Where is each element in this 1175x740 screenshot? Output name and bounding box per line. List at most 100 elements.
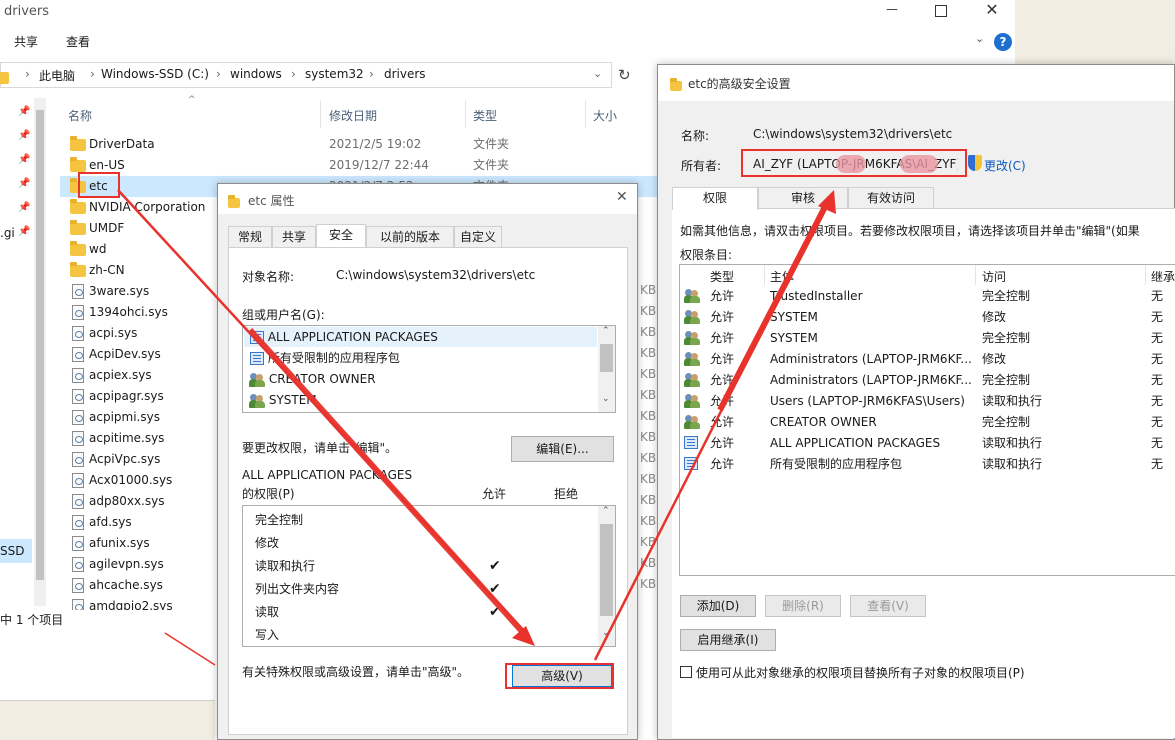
change-owner-link[interactable]: 更改(C) bbox=[984, 157, 1026, 174]
tab-previous-versions[interactable]: 以前的版本 bbox=[366, 226, 454, 247]
column-header-access[interactable]: 访问 bbox=[982, 268, 1006, 285]
column-header-size[interactable]: 大小 bbox=[593, 107, 617, 124]
maximize-icon[interactable] bbox=[935, 5, 947, 17]
table-row[interactable]: 允许 所有受限制的应用程序包 读取和执行 无 bbox=[680, 454, 1175, 475]
cell-access: 读取和执行 bbox=[982, 457, 1043, 471]
column-divider bbox=[585, 100, 586, 128]
help-icon[interactable]: ? bbox=[994, 33, 1012, 51]
list-item[interactable]: SYSTEM bbox=[244, 390, 597, 410]
system-file-icon bbox=[72, 305, 84, 320]
column-header-type[interactable]: 类型 bbox=[473, 107, 497, 124]
column-header-principal[interactable]: 主体 bbox=[770, 268, 794, 285]
folder-icon bbox=[70, 198, 86, 214]
group-list[interactable]: ALL APPLICATION PACKAGES 所有受限制的应用程序包 CRE… bbox=[242, 325, 616, 413]
nav-pane: 📌 📌 📌 📌 📌 .gi 📌 SSD bbox=[0, 98, 48, 608]
breadcrumb-drivers[interactable]: drivers bbox=[384, 67, 426, 81]
tab-permissions[interactable]: 权限 bbox=[672, 187, 758, 210]
deny-column-header: 拒绝 bbox=[554, 487, 579, 501]
enable-inheritance-button[interactable]: 启用继承(I) bbox=[680, 629, 776, 651]
annotation-etc-box bbox=[78, 172, 120, 198]
tab-customize[interactable]: 自定义 bbox=[454, 226, 502, 247]
window-title: etc的高级安全设置 bbox=[688, 77, 791, 91]
chevron-down-icon[interactable]: ⌄ bbox=[593, 67, 602, 80]
package-icon bbox=[250, 352, 264, 365]
list-item[interactable]: CREATOR OWNER bbox=[244, 369, 597, 389]
explorer-title: drivers bbox=[4, 4, 50, 19]
permission-row: 读取和执行 ✔ bbox=[255, 558, 501, 574]
minimize-icon[interactable]: — bbox=[880, 2, 904, 24]
chevron-down-icon[interactable]: ⌄ bbox=[602, 394, 610, 404]
table-row[interactable]: 允许 Administrators (LAPTOP-JRM6KF... 修改 无 bbox=[680, 349, 1175, 370]
list-item[interactable]: DriverData 2021/2/5 19:02 文件夹 bbox=[60, 134, 660, 155]
table-row[interactable]: 允许 CREATOR OWNER 完全控制 无 bbox=[680, 412, 1175, 433]
group-list-scrollbar[interactable]: ⌃ ⌄ bbox=[598, 326, 615, 412]
close-icon[interactable]: ✕ bbox=[982, 0, 1002, 22]
nav-item-text[interactable]: .gi bbox=[0, 226, 15, 240]
permission-list: 完全控制 修改 读取和执行 ✔ 列出文件夹内容 ✔ 读取 ✔ 写入 ⌃ ⌄ bbox=[242, 505, 616, 647]
chevron-up-icon[interactable]: ⌃ bbox=[602, 506, 610, 516]
add-button[interactable]: 添加(D) bbox=[680, 595, 756, 617]
ribbon-view-tab[interactable]: 查看 bbox=[66, 33, 90, 50]
permission-row: 完全控制 bbox=[255, 513, 304, 527]
column-header-type[interactable]: 类型 bbox=[710, 268, 734, 285]
breadcrumb-drive[interactable]: Windows-SSD (C:) bbox=[101, 67, 209, 81]
close-icon[interactable]: ✕ bbox=[616, 189, 628, 205]
refresh-icon[interactable]: ↻ bbox=[618, 66, 631, 84]
chevron-up-icon[interactable]: ⌃ bbox=[602, 326, 610, 336]
users-icon bbox=[249, 393, 265, 408]
tab-security[interactable]: 安全 bbox=[316, 224, 366, 247]
properties-dialog: etc 属性 ✕ 常规 共享 安全 以前的版本 自定义 对象名称: C:\win… bbox=[217, 183, 638, 740]
permission-row: 写入 bbox=[255, 628, 280, 642]
permission-list-scrollbar[interactable]: ⌃ ⌄ bbox=[598, 506, 615, 646]
entries-rows: 允许 TrustedInstaller 完全控制无允许 SYSTEM 修改无允许 SYST… bbox=[680, 286, 1175, 486]
system-file-icon bbox=[72, 368, 84, 383]
breadcrumb-windows[interactable]: windows bbox=[230, 67, 282, 81]
cell-type: 允许 bbox=[710, 394, 735, 408]
replace-child-checkbox[interactable] bbox=[680, 666, 692, 678]
list-item-selected[interactable]: ALL APPLICATION PACKAGES bbox=[244, 327, 597, 347]
allow-column-header: 允许 bbox=[482, 487, 507, 501]
nav-scrollbar[interactable] bbox=[34, 98, 46, 606]
entries-table[interactable]: 类型 主体 访问 继承 允许 TrustedInstaller 完全控制无允许 SYS… bbox=[679, 264, 1175, 576]
tab-general[interactable]: 常规 bbox=[228, 226, 272, 247]
tab-effective-access[interactable]: 有效访问 bbox=[848, 187, 934, 208]
folder-icon bbox=[70, 156, 86, 172]
change-perm-hint: 要更改权限，请单击"编辑"。 bbox=[242, 441, 398, 455]
explorer-bottom-edge bbox=[0, 700, 215, 740]
table-row[interactable]: 允许 SYSTEM 修改 无 bbox=[680, 307, 1175, 328]
list-item[interactable]: en-US 2019/12/7 22:44 文件夹 bbox=[60, 155, 660, 176]
package-icon bbox=[250, 331, 264, 344]
pin-icon: 📌 bbox=[18, 154, 31, 165]
nav-item-drive[interactable]: SSD bbox=[0, 539, 32, 563]
tab-page: 对象名称: C:\windows\system32\drivers\etc 组或… bbox=[228, 247, 628, 735]
breadcrumb-this-pc[interactable]: 此电脑 bbox=[39, 67, 75, 84]
edit-button[interactable]: 编辑(E)... bbox=[511, 436, 614, 462]
column-header-inherit[interactable]: 继承 bbox=[1151, 268, 1175, 285]
chevron-down-icon[interactable]: ⌄ bbox=[975, 32, 984, 45]
list-item[interactable]: 所有受限制的应用程序包 bbox=[244, 348, 597, 368]
table-row[interactable]: 允许 Administrators (LAPTOP-JRM6KF... 完全控制 无 bbox=[680, 370, 1175, 391]
table-row[interactable]: 允许 TrustedInstaller 完全控制 无 bbox=[680, 286, 1175, 307]
table-row[interactable]: 允许 SYSTEM 完全控制 无 bbox=[680, 328, 1175, 349]
chevron-down-icon[interactable]: ⌄ bbox=[602, 628, 610, 638]
cell-principal: 所有受限制的应用程序包 bbox=[770, 457, 903, 471]
tab-auditing[interactable]: 审核 bbox=[758, 187, 848, 208]
remove-button[interactable]: 删除(R) bbox=[765, 595, 841, 617]
tab-share[interactable]: 共享 bbox=[272, 226, 316, 247]
dialog-title: etc 属性 bbox=[248, 194, 295, 208]
table-row[interactable]: 允许 Users (LAPTOP-JRM6KFAS\Users) 读取和执行 无 bbox=[680, 391, 1175, 412]
cell-inherit: 无 bbox=[1151, 352, 1164, 366]
breadcrumb-system32[interactable]: system32 bbox=[305, 67, 364, 81]
cell-principal: Administrators (LAPTOP-JRM6KF... bbox=[770, 352, 972, 366]
cell-inherit: 无 bbox=[1151, 457, 1164, 471]
permission-row: 修改 bbox=[255, 536, 280, 550]
column-header-name[interactable]: 名称 bbox=[68, 107, 92, 124]
annotation-advanced-box bbox=[505, 663, 614, 689]
cell-inherit: 无 bbox=[1151, 331, 1164, 345]
address-bar[interactable]: › 此电脑 › Windows-SSD (C:) › windows › sys… bbox=[0, 62, 612, 88]
table-row[interactable]: 允许 ALL APPLICATION PACKAGES 读取和执行 无 bbox=[680, 433, 1175, 454]
column-header-date[interactable]: 修改日期 bbox=[329, 107, 377, 124]
view-button[interactable]: 查看(V) bbox=[850, 595, 926, 617]
replace-child-label[interactable]: 使用可从此对象继承的权限项目替换所有子对象的权限项目(P) bbox=[696, 664, 1025, 681]
ribbon-share-tab[interactable]: 共享 bbox=[14, 33, 38, 50]
